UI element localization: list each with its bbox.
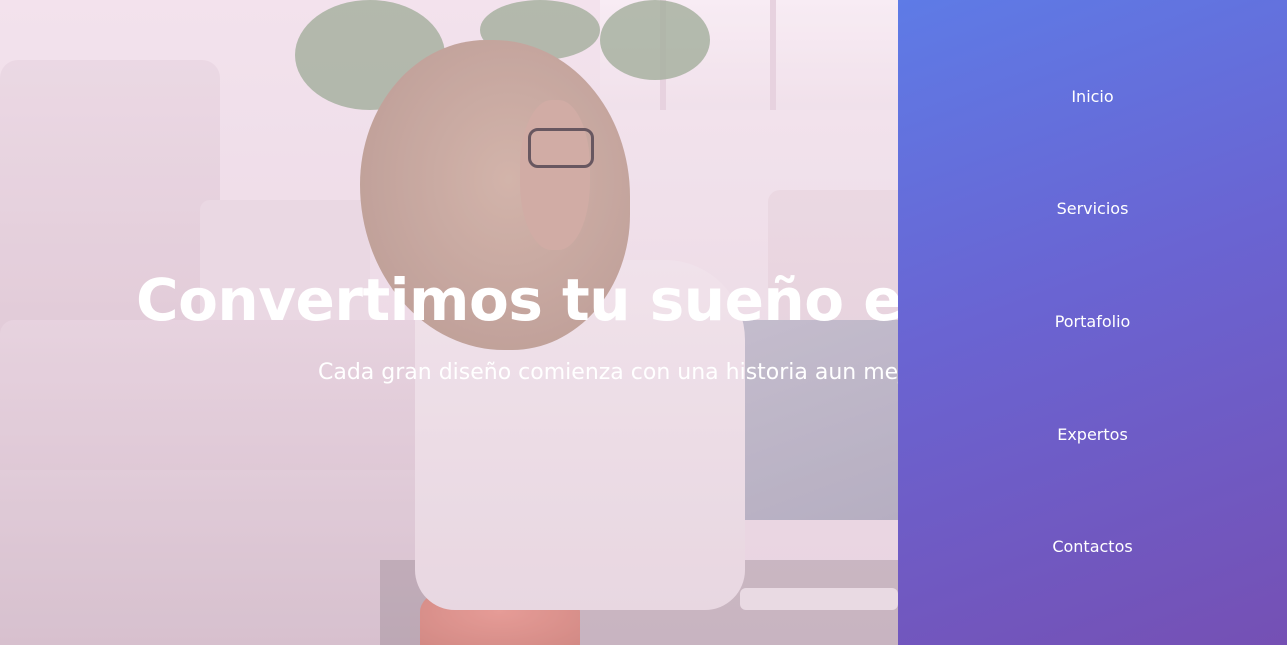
nav-item-servicios: Servicios [898, 198, 1287, 220]
nav-link-expertos[interactable]: Expertos [1057, 425, 1128, 444]
nav-item-expertos: Expertos [898, 424, 1287, 446]
nav-link-portafolio[interactable]: Portafolio [1055, 312, 1131, 331]
side-navigation: Inicio Servicios Portafolio Expertos Con… [898, 0, 1287, 645]
nav-item-inicio: Inicio [898, 86, 1287, 108]
page: Convertimos tu sueño en realidad Cada gr… [0, 0, 1287, 645]
nav-item-contactos: Contactos [898, 536, 1287, 558]
nav-link-servicios[interactable]: Servicios [1057, 199, 1129, 218]
hero-title: Convertimos tu sueño en realidad [136, 266, 898, 334]
nav-link-contactos[interactable]: Contactos [1052, 537, 1132, 556]
hero-subtitle: Cada gran diseño comienza con una histor… [318, 360, 898, 385]
hero-section: Convertimos tu sueño en realidad Cada gr… [0, 0, 898, 645]
nav-link-inicio[interactable]: Inicio [1071, 87, 1113, 106]
nav-item-portafolio: Portafolio [898, 311, 1287, 333]
